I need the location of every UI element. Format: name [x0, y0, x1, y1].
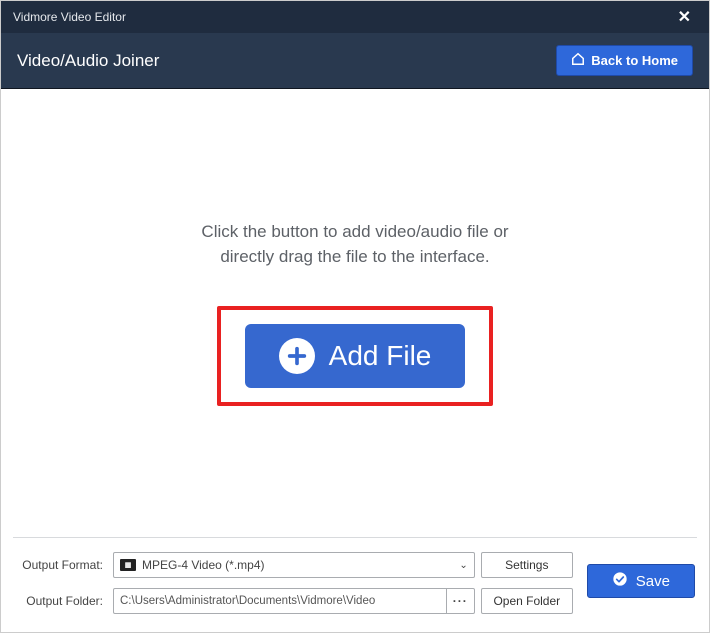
output-folder-field-wrap: ··· — [113, 588, 475, 614]
app-name: Vidmore Video Editor — [13, 10, 126, 24]
output-format-value: MPEG-4 Video (*.mp4) — [142, 558, 265, 572]
drop-area[interactable]: Click the button to add video/audio file… — [1, 89, 709, 537]
output-folder-input[interactable] — [114, 595, 446, 607]
output-options: Output Format: ▦ MPEG-4 Video (*.mp4) ⌄ … — [15, 552, 573, 614]
instruction-text: Click the button to add video/audio file… — [201, 220, 508, 269]
add-file-button[interactable]: Add File — [245, 324, 466, 388]
output-format-label: Output Format: — [15, 558, 107, 572]
bottom-panel: Output Format: ▦ MPEG-4 Video (*.mp4) ⌄ … — [1, 538, 709, 632]
output-folder-label: Output Folder: — [15, 594, 107, 608]
add-file-label: Add File — [329, 340, 432, 372]
close-icon[interactable]: ✕ — [672, 5, 697, 29]
add-file-highlight: Add File — [217, 306, 494, 406]
page-title: Video/Audio Joiner — [17, 51, 159, 71]
output-format-row: Output Format: ▦ MPEG-4 Video (*.mp4) ⌄ … — [15, 552, 573, 578]
save-button-label: Save — [636, 573, 670, 590]
header: Video/Audio Joiner Back to Home — [1, 33, 709, 89]
output-folder-row: Output Folder: ··· Open Folder — [15, 588, 573, 614]
video-format-icon: ▦ — [120, 559, 136, 571]
browse-folder-button[interactable]: ··· — [446, 589, 474, 613]
home-button-label: Back to Home — [591, 53, 678, 68]
output-format-select[interactable]: ▦ MPEG-4 Video (*.mp4) ⌄ — [113, 552, 475, 578]
check-icon — [612, 571, 628, 591]
app-window: Vidmore Video Editor ✕ Video/Audio Joine… — [0, 0, 710, 633]
open-folder-button[interactable]: Open Folder — [481, 588, 573, 614]
titlebar: Vidmore Video Editor ✕ — [1, 1, 709, 33]
save-button[interactable]: Save — [587, 564, 695, 598]
back-to-home-button[interactable]: Back to Home — [556, 45, 693, 76]
chevron-down-icon: ⌄ — [459, 560, 467, 571]
settings-button[interactable]: Settings — [481, 552, 573, 578]
plus-icon — [279, 338, 315, 374]
home-icon — [571, 52, 585, 69]
